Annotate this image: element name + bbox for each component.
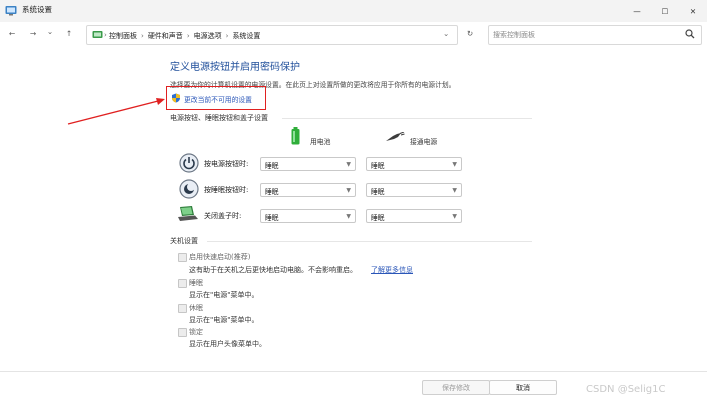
watermark: CSDN @Selig1C xyxy=(586,384,666,395)
sleep-button-battery-select[interactable]: 睡眠 ▼ xyxy=(260,183,356,197)
refresh-icon: ↻ xyxy=(466,28,474,38)
history-dropdown[interactable]: ⌄ xyxy=(43,24,57,38)
breadcrumb-separator: › xyxy=(104,31,107,39)
cancel-button[interactable]: 取消 xyxy=(489,380,557,395)
sleep-button-plugged-select[interactable]: 睡眠 ▼ xyxy=(366,183,462,197)
section-divider xyxy=(207,241,532,242)
chevron-down-icon: ▼ xyxy=(346,161,351,168)
annotation-arrow xyxy=(67,98,165,125)
breadcrumb-separator: › xyxy=(225,32,229,40)
breadcrumb: 控制面板 › 硬件和声音 › 电源选项 › 系统设置 xyxy=(109,31,260,41)
maximize-button[interactable]: ☐ xyxy=(651,0,679,22)
back-arrow-icon: ← xyxy=(8,28,16,38)
search-box[interactable] xyxy=(488,25,702,45)
lock-option-description: 显示在用户头像菜单中。 xyxy=(189,340,266,348)
battery-column-header: 用电池 xyxy=(310,138,331,146)
select-value: 睡眠 xyxy=(265,162,279,170)
address-bar[interactable]: › 控制面板 › 硬件和声音 › 电源选项 › 系统设置 ⌄ xyxy=(86,25,458,45)
shutdown-section-title: 关机设置 xyxy=(170,237,198,245)
forward-arrow-icon: → xyxy=(29,28,37,38)
sleep-option-label: 睡眠 xyxy=(189,279,203,287)
breadcrumb-system-settings[interactable]: 系统设置 xyxy=(232,31,260,41)
breadcrumb-power-options[interactable]: 电源选项 xyxy=(194,31,222,41)
power-button-label: 按电源按钮时: xyxy=(204,160,249,168)
learn-more-link[interactable]: 了解更多信息 xyxy=(371,265,413,275)
power-buttons-section-title: 电源按钮、睡眠按钮和盖子设置 xyxy=(170,114,268,122)
select-value: 睡眠 xyxy=(265,214,279,222)
select-value: 睡眠 xyxy=(265,188,279,196)
battery-icon xyxy=(291,127,300,147)
footer-divider xyxy=(0,371,707,372)
fast-startup-checkbox[interactable] xyxy=(178,253,187,262)
hibernate-checkbox[interactable] xyxy=(178,304,187,313)
lid-close-label: 关闭盖子时: xyxy=(204,212,242,220)
chevron-down-icon: ▼ xyxy=(346,187,351,194)
power-button-plugged-select[interactable]: 睡眠 ▼ xyxy=(366,157,462,171)
power-button-battery-select[interactable]: 睡眠 ▼ xyxy=(260,157,356,171)
hibernate-option-description: 显示在"电源"菜单中。 xyxy=(189,316,259,324)
refresh-button[interactable]: ↻ xyxy=(463,26,477,40)
fast-startup-label: 启用快速启动(推荐) xyxy=(189,253,251,261)
fast-startup-description: 这有助于在关机之后更快地启动电脑。不会影响重启。 xyxy=(189,266,357,274)
chevron-down-icon: ⌄ xyxy=(46,26,54,36)
up-arrow-icon: ↑ xyxy=(65,28,73,38)
chevron-down-icon: ▼ xyxy=(346,213,351,220)
close-button[interactable]: ✕ xyxy=(679,0,707,22)
power-button-icon xyxy=(179,153,199,175)
chevron-down-icon: ▼ xyxy=(452,161,457,168)
breadcrumb-hardware-sound[interactable]: 硬件和声音 xyxy=(148,31,183,41)
laptop-lid-icon xyxy=(177,205,199,225)
search-input[interactable] xyxy=(493,29,673,41)
lid-close-battery-select[interactable]: 睡眠 ▼ xyxy=(260,209,356,223)
select-value: 睡眠 xyxy=(371,188,385,196)
back-button[interactable]: ← xyxy=(5,26,19,40)
forward-button[interactable]: → xyxy=(26,26,40,40)
select-value: 睡眠 xyxy=(371,162,385,170)
breadcrumb-separator: › xyxy=(186,32,190,40)
lock-option-label: 锁定 xyxy=(189,328,203,336)
breadcrumb-control-panel[interactable]: 控制面板 xyxy=(109,31,137,41)
search-icon[interactable] xyxy=(685,29,695,41)
lid-close-plugged-select[interactable]: 睡眠 ▼ xyxy=(366,209,462,223)
control-panel-folder-icon xyxy=(92,30,103,42)
window-title: 系统设置 xyxy=(22,5,52,14)
title-bar xyxy=(0,0,707,22)
chevron-down-icon: ▼ xyxy=(452,213,457,220)
sleep-checkbox[interactable] xyxy=(178,279,187,288)
save-changes-button[interactable]: 保存修改 xyxy=(422,380,490,395)
sleep-button-label: 按睡眠按钮时: xyxy=(204,186,249,194)
minimize-button[interactable]: — xyxy=(623,0,651,22)
sleep-option-description: 显示在"电源"菜单中。 xyxy=(189,291,259,299)
plugged-in-column-header: 接通电源 xyxy=(410,138,438,146)
change-unavailable-settings-link[interactable]: 更改当前不可用的设置 xyxy=(184,94,252,104)
page-title: 定义电源按钮并启用密码保护 xyxy=(170,62,300,73)
chevron-down-icon: ▼ xyxy=(452,187,457,194)
address-dropdown-icon[interactable]: ⌄ xyxy=(443,29,449,38)
close-icon: ✕ xyxy=(689,6,697,16)
breadcrumb-separator: › xyxy=(141,32,144,40)
up-button[interactable]: ↑ xyxy=(62,26,76,40)
section-divider xyxy=(282,118,532,119)
lock-checkbox[interactable] xyxy=(178,328,187,337)
select-value: 睡眠 xyxy=(371,214,385,222)
address-toolbar: ← → ⌄ ↑ › 控制面板 › 硬件和声音 › 电源选项 › 系统设置 ⌄ ↻ xyxy=(0,22,707,48)
maximize-icon: ☐ xyxy=(661,6,669,16)
hibernate-option-label: 休眠 xyxy=(189,304,203,312)
control-panel-icon xyxy=(5,5,17,16)
power-plug-icon xyxy=(385,131,405,144)
sleep-button-icon xyxy=(179,179,199,201)
minimize-icon: — xyxy=(633,6,641,16)
uac-shield-icon xyxy=(171,93,181,103)
